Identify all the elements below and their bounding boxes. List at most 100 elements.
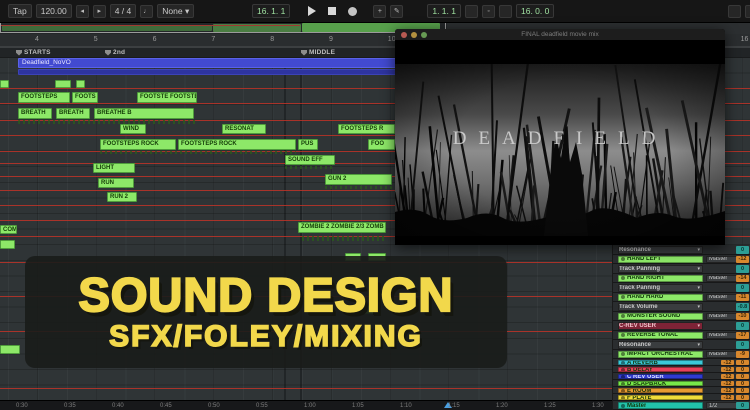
- time-ruler-bottom[interactable]: 0:300:350:400:450:500:551:001:051:101:15…: [0, 400, 612, 410]
- audio-clip[interactable]: FOOTS: [72, 92, 98, 103]
- locator-marker[interactable]: 2nd: [105, 49, 125, 56]
- track-activator-icon[interactable]: [621, 382, 625, 386]
- return-track-name[interactable]: C REV USER: [618, 374, 703, 379]
- nudge-up-button[interactable]: ▸: [93, 5, 106, 18]
- metronome-button[interactable]: ♩: [140, 5, 153, 18]
- volume-value-box[interactable]: -11: [736, 294, 749, 302]
- audio-clip[interactable]: FOO: [368, 139, 395, 150]
- quantize-menu[interactable]: None ▾: [157, 4, 194, 18]
- send-value-box[interactable]: 0: [736, 395, 749, 400]
- track-activator-icon[interactable]: [621, 295, 625, 299]
- audio-clip[interactable]: FOOTSTEPS ROCK: [178, 139, 296, 150]
- draw-mode-button[interactable]: ✎: [390, 5, 403, 18]
- track-activator-icon[interactable]: [621, 404, 625, 408]
- track-activator-icon[interactable]: [621, 396, 625, 400]
- audio-clip[interactable]: RUN 2: [107, 192, 137, 202]
- send-value-box[interactable]: 0: [736, 388, 749, 393]
- send-value-box[interactable]: -12: [721, 395, 734, 400]
- punch-in-button[interactable]: [465, 5, 478, 18]
- automation-lane-chooser[interactable]: Track Volume▾: [618, 303, 703, 311]
- audio-clip[interactable]: FOOTSTE FOOTSTE: [137, 92, 197, 103]
- loop-start-field[interactable]: 1. 1. 1: [427, 4, 461, 18]
- audio-clip[interactable]: BREATH: [18, 108, 52, 119]
- video-window-titlebar[interactable]: FINAL deadfield movie mix: [395, 29, 725, 40]
- return-track-name[interactable]: D SLAPBACK: [618, 381, 703, 386]
- send-value-box[interactable]: -12: [721, 360, 734, 365]
- audio-clip[interactable]: [55, 80, 71, 88]
- volume-value-box[interactable]: -17: [736, 332, 749, 340]
- overview-viewport[interactable]: [0, 22, 446, 33]
- send-value-box[interactable]: 0: [736, 367, 749, 372]
- pan-value-box[interactable]: 0: [736, 322, 749, 330]
- track-activator-icon[interactable]: [621, 333, 625, 337]
- audio-clip[interactable]: [76, 80, 85, 88]
- tap-tempo-button[interactable]: Tap: [8, 4, 32, 18]
- track-activator-icon[interactable]: [621, 276, 625, 280]
- track-activator-icon[interactable]: [621, 368, 625, 372]
- return-track-name[interactable]: B DELAY: [618, 367, 703, 372]
- audio-clip[interactable]: [0, 80, 9, 88]
- volume-value-box[interactable]: -14: [736, 275, 749, 283]
- send-value-box[interactable]: -12: [721, 388, 734, 393]
- tempo-field[interactable]: 120.00: [36, 4, 72, 18]
- send-value-box[interactable]: 0: [736, 381, 749, 386]
- nudge-down-button[interactable]: ◂: [76, 5, 89, 18]
- send-value-box[interactable]: -12: [721, 381, 734, 386]
- audio-clip[interactable]: FOOTSTEPS ROCK: [100, 139, 176, 150]
- audio-clip[interactable]: FOOTSTEPS: [18, 92, 70, 103]
- audio-clip[interactable]: SOUND EFF: [285, 155, 335, 165]
- volume-value-box[interactable]: -12: [736, 256, 749, 264]
- track-name[interactable]: HAND RIGHT: [618, 275, 703, 283]
- automation-lane-chooser[interactable]: Resonance▾: [618, 246, 703, 254]
- send-value-box[interactable]: -12: [721, 374, 734, 379]
- track-name[interactable]: HAND HARD: [618, 294, 703, 302]
- audio-clip[interactable]: LIGHT: [93, 163, 135, 173]
- audio-clip[interactable]: BREATHE B: [94, 108, 194, 119]
- track-name[interactable]: HAND LEFT: [618, 256, 703, 264]
- audio-clip[interactable]: BREATH: [56, 108, 90, 119]
- track-name[interactable]: IMPACT ORCHESTRAL: [618, 351, 703, 359]
- clip-ticks[interactable]: [325, 186, 392, 189]
- return-track-name[interactable]: F PLATE: [618, 395, 703, 400]
- track-name[interactable]: Master: [618, 402, 703, 409]
- locator-marker[interactable]: STARTS: [16, 49, 51, 56]
- audio-clip[interactable]: RESONAT: [222, 124, 266, 134]
- pan-value-box[interactable]: 0: [736, 246, 749, 254]
- pan-value-box[interactable]: -0.8: [736, 303, 749, 311]
- automation-lane-chooser[interactable]: Track Panning▾: [618, 284, 703, 292]
- volume-value-box[interactable]: 0: [736, 402, 749, 409]
- overdub-button[interactable]: +: [373, 5, 386, 18]
- punch-out-button[interactable]: [499, 5, 512, 18]
- track-activator-icon[interactable]: [621, 314, 625, 318]
- audio-clip[interactable]: FOOTSTEPS R: [338, 124, 395, 134]
- pan-value-box[interactable]: 0: [736, 284, 749, 292]
- automation-lane-chooser[interactable]: C-REV USER▾: [618, 322, 703, 330]
- clip-ticks[interactable]: [285, 166, 335, 169]
- audio-clip[interactable]: [0, 345, 20, 354]
- volume-value-box[interactable]: -10: [736, 313, 749, 321]
- time-signature-field[interactable]: 4 / 4: [110, 4, 137, 18]
- audio-clip[interactable]: WIND: [120, 124, 146, 134]
- track-name[interactable]: MONSTER SOUND: [618, 313, 703, 321]
- loop-button[interactable]: ◦: [482, 5, 495, 18]
- midi-map-button[interactable]: [745, 5, 750, 18]
- locator-marker[interactable]: MIDDLE: [301, 49, 335, 56]
- track-activator-icon[interactable]: [621, 352, 625, 356]
- send-value-box[interactable]: -12: [721, 367, 734, 372]
- volume-value-box[interactable]: -9: [736, 351, 749, 359]
- arrangement-position-display[interactable]: 16. 1. 1: [252, 4, 290, 18]
- audio-clip[interactable]: ZOMBIE 2 ZOMBIE 2/3 ZOMB: [298, 222, 386, 233]
- clip-ticks[interactable]: [302, 236, 386, 241]
- return-track-name[interactable]: E ROOM: [618, 388, 703, 393]
- play-button[interactable]: [308, 6, 316, 16]
- audio-clip[interactable]: GUN 2: [325, 174, 392, 185]
- key-map-button[interactable]: [728, 5, 741, 18]
- pan-value-box[interactable]: 0: [736, 265, 749, 273]
- audio-clip[interactable]: PUS: [298, 139, 318, 150]
- track-activator-icon[interactable]: [621, 257, 625, 261]
- loop-length-field[interactable]: 16. 0. 0: [516, 4, 554, 18]
- track-name[interactable]: REVERSE TONAL: [618, 332, 703, 340]
- send-value-box[interactable]: 0: [736, 374, 749, 379]
- pan-value-box[interactable]: 0: [736, 341, 749, 349]
- track-activator-icon[interactable]: [621, 375, 625, 379]
